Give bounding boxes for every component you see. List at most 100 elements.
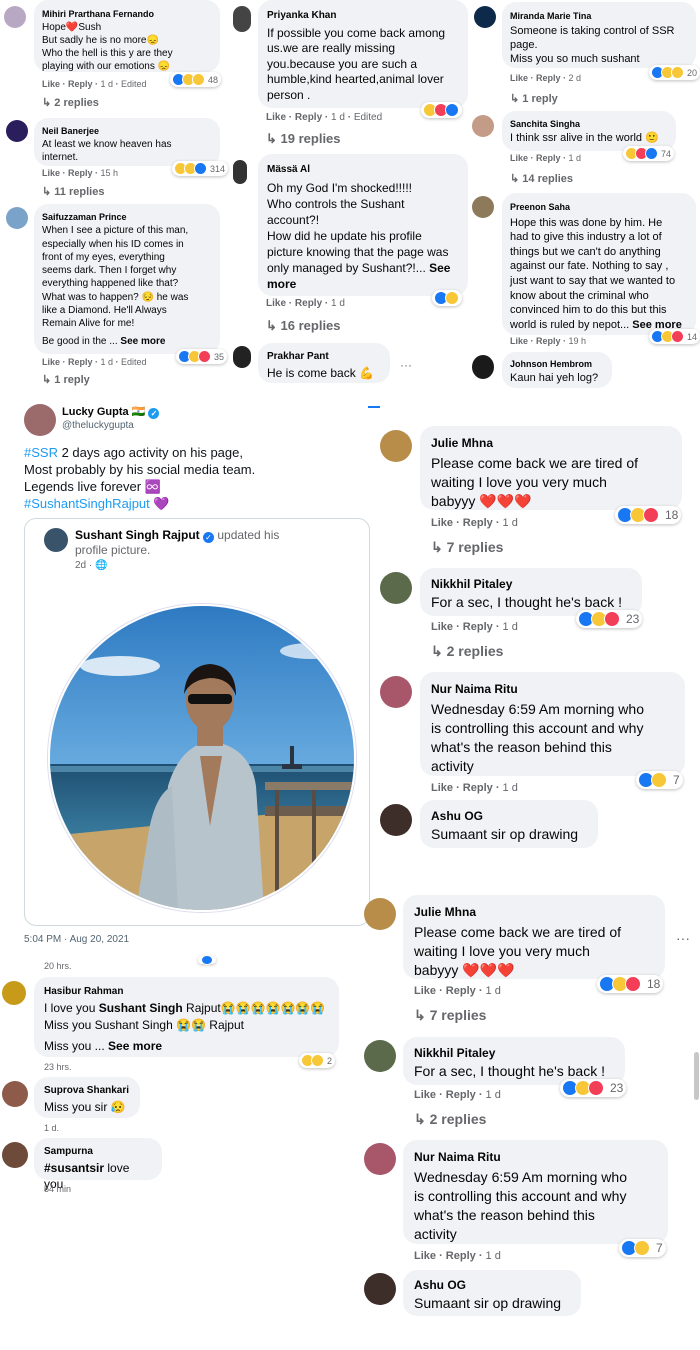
reply-link[interactable]: Reply [536, 73, 561, 83]
view-replies-link[interactable]: ↳ 2 replies [431, 643, 503, 660]
avatar[interactable] [472, 355, 494, 379]
avatar[interactable] [24, 404, 56, 436]
commenter-name[interactable]: Nikkhil Pitaley [431, 575, 631, 593]
reply-link[interactable]: Reply [446, 1250, 476, 1262]
view-replies-link[interactable]: ↳ 1 reply [42, 373, 90, 386]
avatar[interactable] [233, 6, 251, 32]
avatar[interactable] [472, 196, 494, 218]
like-link[interactable]: Like [431, 517, 453, 529]
commenter-name[interactable]: Miranda Marie Tina [510, 9, 688, 23]
see-more-link[interactable]: See more [120, 336, 165, 347]
like-link[interactable]: Like [42, 79, 60, 89]
commenter-name[interactable]: Prakhar Pant [267, 349, 381, 365]
mention-link[interactable]: Sushant Singh [99, 1001, 183, 1015]
commenter-name[interactable]: Neil Banerjee [42, 125, 212, 138]
avatar[interactable] [6, 120, 28, 142]
view-replies-link[interactable]: ↳ 16 replies [266, 318, 341, 334]
like-link[interactable]: Like [431, 782, 453, 794]
view-replies-link[interactable]: ↳ 11 replies [42, 185, 104, 198]
like-link[interactable]: Like [42, 357, 60, 367]
reply-link[interactable]: Reply [463, 621, 493, 633]
commenter-name[interactable]: Sampurna [44, 1144, 152, 1160]
view-replies-link[interactable]: ↳ 2 replies [414, 1111, 486, 1128]
commenter-name[interactable]: Mihiri Prarthana Fernando [42, 8, 212, 21]
commenter-name[interactable]: Julie Mhna [414, 903, 654, 922]
reply-link[interactable]: Reply [295, 298, 322, 309]
avatar[interactable] [233, 160, 247, 184]
card-author-name[interactable]: Sushant Singh Rajput [75, 528, 200, 542]
like-link[interactable]: Like [510, 73, 528, 83]
avatar[interactable] [364, 898, 396, 930]
avatar[interactable] [2, 981, 26, 1005]
reaction-count[interactable]: 14 [649, 329, 700, 344]
like-link[interactable]: Like [42, 168, 60, 178]
view-replies-link[interactable]: ↳ 7 replies [414, 1007, 486, 1024]
like-link[interactable]: Like [414, 1250, 436, 1262]
commenter-name[interactable]: Johnson Hembrom [510, 357, 604, 371]
view-replies-link[interactable]: ↳ 7 replies [431, 539, 503, 556]
reaction-count[interactable]: 23 [560, 1079, 627, 1097]
avatar[interactable] [472, 115, 494, 137]
commenter-name[interactable]: Suprova Shankari [44, 1083, 130, 1099]
commenter-name[interactable]: Nur Naima Ritu [431, 680, 674, 699]
profile-picture[interactable] [48, 604, 356, 912]
commenter-name[interactable]: Hasibur Rahman [44, 983, 329, 1000]
avatar[interactable] [474, 6, 496, 28]
reaction-count[interactable] [421, 102, 462, 118]
view-replies-link[interactable]: ↳ 1 reply [510, 92, 558, 105]
commenter-name[interactable]: Preenon Saha [510, 200, 688, 215]
like-link[interactable]: Like [510, 153, 528, 163]
reaction-count[interactable]: 18 [615, 506, 682, 524]
reply-link[interactable]: Reply [536, 336, 561, 346]
commenter-name[interactable]: Mässä Al [267, 162, 459, 178]
reaction-count[interactable]: 48 [170, 72, 222, 87]
see-more-link[interactable]: See more [108, 1039, 162, 1053]
reaction-count[interactable] [432, 290, 462, 306]
commenter-name[interactable]: Nur Naima Ritu [414, 1148, 657, 1167]
tweet-handle[interactable]: @theluckygupta [62, 420, 134, 431]
avatar[interactable] [233, 346, 251, 368]
hashtag-link[interactable]: #SSR [24, 445, 58, 460]
commenter-name[interactable]: Nikkhil Pitaley [414, 1044, 614, 1062]
reply-link[interactable]: Reply [295, 112, 322, 123]
reaction-count[interactable]: 7 [619, 1239, 666, 1257]
commenter-name[interactable]: Saifuzzaman Prince [42, 211, 212, 224]
commenter-name[interactable]: Ashu OG [431, 807, 587, 825]
more-options-icon[interactable]: ··· [676, 930, 690, 946]
tweet-author[interactable]: Lucky Gupta 🇮🇳 ✓ [62, 405, 160, 419]
reaction-count[interactable]: 35 [176, 349, 228, 364]
reply-link[interactable]: Reply [68, 79, 93, 89]
reply-link[interactable]: Reply [68, 168, 93, 178]
commenter-name[interactable]: Ashu OG [414, 1276, 570, 1294]
reaction-count[interactable]: 23 [576, 610, 643, 628]
avatar[interactable] [380, 430, 412, 462]
reply-link[interactable]: Reply [446, 1089, 476, 1101]
view-replies-link[interactable]: ↳ 2 replies [42, 96, 99, 109]
avatar[interactable] [380, 804, 412, 836]
more-options-icon[interactable]: ··· [400, 358, 412, 372]
avatar[interactable] [4, 6, 26, 28]
reply-link[interactable]: Reply [536, 153, 561, 163]
reaction-count[interactable] [198, 955, 216, 965]
commenter-name[interactable]: Julie Mhna [431, 434, 671, 453]
avatar[interactable] [364, 1040, 396, 1072]
view-replies-link[interactable]: ↳ 14 replies [510, 172, 573, 185]
reply-link[interactable]: Reply [463, 782, 493, 794]
avatar[interactable] [6, 207, 28, 229]
avatar[interactable] [380, 572, 412, 604]
avatar[interactable] [2, 1142, 28, 1168]
reaction-count[interactable]: 74 [623, 146, 675, 161]
commenter-name[interactable]: Sanchita Singha [510, 117, 668, 131]
view-replies-link[interactable]: ↳ 19 replies [266, 131, 341, 147]
reply-link[interactable]: Reply [463, 517, 493, 529]
reaction-count[interactable]: 18 [597, 975, 664, 993]
avatar[interactable] [364, 1273, 396, 1305]
avatar[interactable] [364, 1143, 396, 1175]
like-link[interactable]: Like [431, 621, 453, 633]
reaction-count[interactable]: 314 [172, 161, 229, 176]
like-link[interactable]: Like [266, 112, 286, 123]
like-link[interactable]: Like [266, 298, 286, 309]
like-link[interactable]: Like [414, 1089, 436, 1101]
hashtag-link[interactable]: #susantsir [44, 1161, 104, 1175]
reaction-count[interactable]: 20 [649, 65, 700, 80]
